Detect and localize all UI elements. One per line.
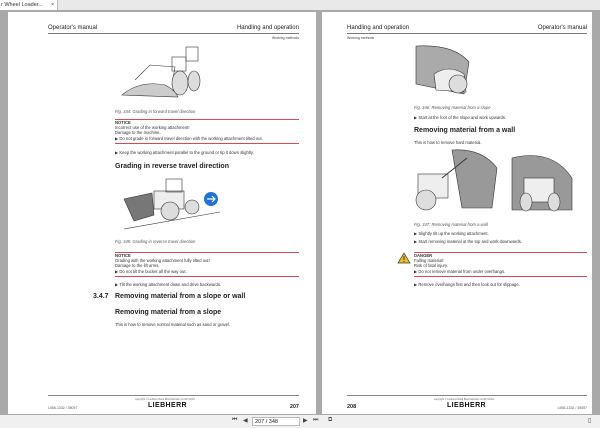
heading-reverse: Grading in reverse travel direction	[115, 163, 229, 170]
wall-text: This is how to remove hard material.	[414, 140, 482, 145]
notice-rule	[115, 143, 299, 144]
liebherr-logo: LIEBHERR	[447, 402, 486, 409]
next-page-icon[interactable]: ▶	[303, 417, 308, 424]
wall-removal-illustration	[415, 149, 573, 212]
wheel-loader-reverse-illustration	[123, 178, 221, 230]
page-208: Handling and operation Operator's manual…	[322, 12, 592, 414]
page-number-input[interactable]: 207 / 348	[252, 417, 300, 426]
step: ▶ Start removing material at the top and…	[414, 239, 522, 244]
header-left: Handling and operation	[347, 25, 410, 31]
notice-rule	[115, 119, 299, 120]
fig-346-caption: Fig. 346: Removing material from a slope	[414, 105, 491, 110]
section-title: Removing material from a slope or wall	[115, 293, 246, 300]
first-page-icon[interactable]: ⏮	[232, 417, 237, 424]
step: ▶ Slightly tilt up the working attachmen…	[414, 231, 489, 236]
previous-page-icon[interactable]: ◀	[243, 417, 248, 424]
header-left: Operator's manual	[48, 25, 98, 31]
fig-345-caption: Fig. 345: Grading in reverse travel dire…	[115, 239, 196, 244]
notice-text: Damage to the lift arms.	[115, 263, 160, 268]
heading-slope: Removing material from a slope	[115, 309, 222, 316]
section-number: 3.4.7	[93, 293, 109, 300]
notice-action: ▶ Do not tilt the bucket all the way out…	[115, 269, 187, 274]
page-number: 208	[347, 404, 357, 410]
copy-icon[interactable]: ⧉	[328, 417, 332, 424]
header-rule	[347, 33, 587, 34]
slope-removal-illustration	[415, 45, 470, 95]
step: ▶ Tilt the working attachment down and d…	[115, 282, 222, 287]
notice-text: Damage to the machine.	[115, 130, 161, 135]
footer-code: L556-1332 / 35057	[48, 406, 78, 410]
fig-347-caption: Fig. 347: Removing material from a wall	[414, 222, 488, 227]
fig-344-caption: Fig. 344: Grading in forward travel dire…	[115, 109, 196, 114]
liebherr-logo: LIEBHERR	[148, 402, 187, 409]
notice-rule	[115, 276, 299, 277]
close-tab-icon[interactable]: ×	[51, 0, 54, 10]
header-right: Handling and operation	[236, 25, 299, 31]
header-right: Operator's manual	[537, 25, 587, 31]
page-number: 207	[289, 404, 299, 410]
warning-icon	[397, 252, 411, 264]
danger-rule	[414, 252, 587, 253]
last-page-icon[interactable]: ⏭	[313, 417, 318, 424]
step: ▶ Remove overhangs first and then look o…	[414, 282, 520, 287]
subheader: Working methods	[271, 36, 299, 40]
danger-rule	[414, 276, 587, 277]
slope-text: This is how to remove normal material su…	[115, 322, 231, 327]
page-207: Operator's manual Handling and operation…	[8, 12, 316, 414]
notice-action: ▶ Do not grade in forward travel directi…	[115, 136, 263, 141]
tab-bar: r Wheel Loader... ×	[0, 0, 600, 10]
pdf-toolbar: ⏮ ◀ 207 / 348 ▶ ⏭ ⧉ ▯	[0, 415, 600, 428]
notice-rule	[115, 252, 299, 253]
tab-title: r Wheel Loader...	[1, 2, 43, 8]
step: ▶ Start at the foot of the slope and wor…	[414, 115, 507, 120]
footer-rule	[48, 395, 299, 396]
copyright: copyright © Liebherr-Werk Bischofshofen …	[135, 398, 195, 401]
copyright: copyright © Liebherr-Werk Bischofshofen …	[434, 398, 494, 401]
wheel-loader-forward-illustration	[121, 46, 201, 98]
page-view-icon[interactable]: ▯	[588, 417, 591, 424]
danger-text: Risk of fatal injury.	[414, 263, 448, 268]
document-tab[interactable]: r Wheel Loader... ×	[0, 0, 58, 10]
heading-wall: Removing material from a wall	[414, 127, 516, 134]
step: ▶ Keep the working attachment parallel t…	[115, 150, 254, 155]
header-rule	[48, 33, 299, 34]
danger-action: ▶ Do not remove material from under over…	[414, 269, 506, 274]
subheader: Working methods	[347, 36, 375, 40]
footer-rule	[347, 395, 587, 396]
footer-code: L556-1332 / 35057	[557, 406, 587, 410]
